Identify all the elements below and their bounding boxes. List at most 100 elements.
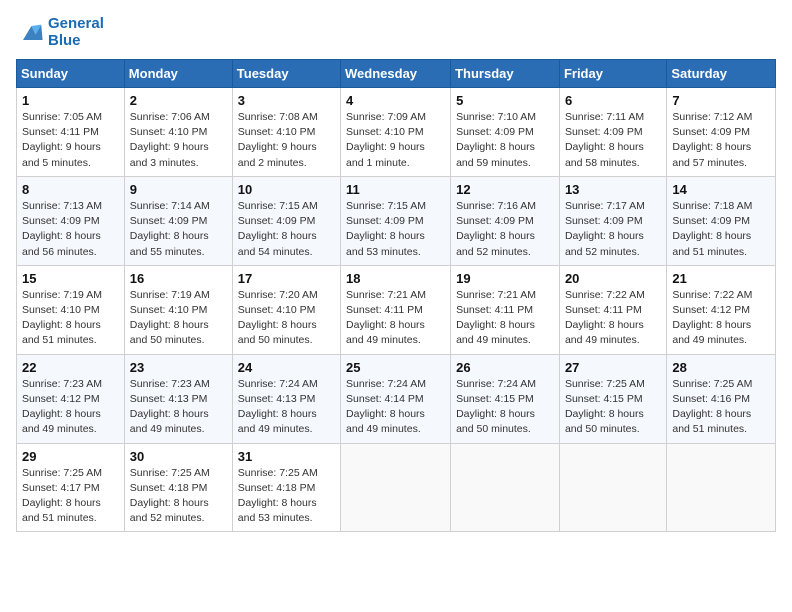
calendar-day-cell: 31 Sunrise: 7:25 AMSunset: 4:18 PMDayligh… — [232, 443, 340, 532]
day-header-friday: Friday — [559, 60, 666, 88]
day-number: 3 — [238, 93, 335, 108]
day-detail: Sunrise: 7:14 AMSunset: 4:09 PMDaylight:… — [130, 199, 227, 260]
calendar-header-row: SundayMondayTuesdayWednesdayThursdayFrid… — [17, 60, 776, 88]
day-number: 22 — [22, 360, 119, 375]
empty-calendar-cell — [667, 443, 776, 532]
calendar-day-cell: 25 Sunrise: 7:24 AMSunset: 4:14 PMDayligh… — [341, 354, 451, 443]
calendar-day-cell: 6Sunrise: 7:11 AMSunset: 4:09 PMDaylight… — [559, 88, 666, 177]
day-number: 25 — [346, 360, 445, 375]
day-number: 23 — [130, 360, 227, 375]
calendar-table: SundayMondayTuesdayWednesdayThursdayFrid… — [16, 59, 776, 532]
day-number: 21 — [672, 271, 770, 286]
calendar-day-cell: 18 Sunrise: 7:21 AMSunset: 4:11 PMDayligh… — [341, 265, 451, 354]
day-number: 26 — [456, 360, 554, 375]
day-detail: Sunrise: 7:08 AMSunset: 4:10 PMDaylight:… — [238, 110, 335, 171]
logo-text: General Blue — [48, 16, 104, 49]
calendar-day-cell: 2 Sunrise: 7:06 AMSunset: 4:10 PMDaylight… — [124, 88, 232, 177]
empty-calendar-cell — [341, 443, 451, 532]
day-detail: Sunrise: 7:15 AMSunset: 4:09 PMDaylight:… — [238, 199, 335, 260]
calendar-day-cell: 22 Sunrise: 7:23 AMSunset: 4:12 PMDayligh… — [17, 354, 125, 443]
day-number: 2 — [130, 93, 227, 108]
calendar-day-cell: 10 Sunrise: 7:15 AMSunset: 4:09 PMDayligh… — [232, 176, 340, 265]
calendar-day-cell: 7 Sunrise: 7:12 AMSunset: 4:09 PMDaylight… — [667, 88, 776, 177]
day-number: 15 — [22, 271, 119, 286]
calendar-day-cell: 14 Sunrise: 7:18 AMSunset: 4:09 PMDayligh… — [667, 176, 776, 265]
calendar-day-cell: 30Sunrise: 7:25 AMSunset: 4:18 PMDayligh… — [124, 443, 232, 532]
day-number: 17 — [238, 271, 335, 286]
calendar-day-cell: 3 Sunrise: 7:08 AMSunset: 4:10 PMDaylight… — [232, 88, 340, 177]
day-number: 10 — [238, 182, 335, 197]
calendar-day-cell: 20 Sunrise: 7:22 AMSunset: 4:11 PMDayligh… — [559, 265, 666, 354]
day-detail: Sunrise: 7:18 AMSunset: 4:09 PMDaylight:… — [672, 199, 770, 260]
calendar-day-cell: 19 Sunrise: 7:21 AMSunset: 4:11 PMDayligh… — [451, 265, 560, 354]
day-detail: Sunrise: 7:19 AMSunset: 4:10 PMDaylight:… — [22, 288, 119, 349]
calendar-day-cell: 27Sunrise: 7:25 AMSunset: 4:15 PMDayligh… — [559, 354, 666, 443]
calendar-day-cell: 17Sunrise: 7:20 AMSunset: 4:10 PMDayligh… — [232, 265, 340, 354]
day-number: 18 — [346, 271, 445, 286]
day-detail: Sunrise: 7:06 AMSunset: 4:10 PMDaylight:… — [130, 110, 227, 171]
day-number: 8 — [22, 182, 119, 197]
day-number: 31 — [238, 449, 335, 464]
day-number: 24 — [238, 360, 335, 375]
day-detail: Sunrise: 7:15 AMSunset: 4:09 PMDaylight:… — [346, 199, 445, 260]
calendar-week-row: 1Sunrise: 7:05 AMSunset: 4:11 PMDaylight… — [17, 88, 776, 177]
day-number: 19 — [456, 271, 554, 286]
day-detail: Sunrise: 7:16 AMSunset: 4:09 PMDaylight:… — [456, 199, 554, 260]
day-detail: Sunrise: 7:19 AMSunset: 4:10 PMDaylight:… — [130, 288, 227, 349]
day-detail: Sunrise: 7:24 AMSunset: 4:13 PMDaylight:… — [238, 377, 335, 438]
day-number: 28 — [672, 360, 770, 375]
calendar-day-cell: 9 Sunrise: 7:14 AMSunset: 4:09 PMDaylight… — [124, 176, 232, 265]
calendar-day-cell: 16Sunrise: 7:19 AMSunset: 4:10 PMDayligh… — [124, 265, 232, 354]
day-detail: Sunrise: 7:12 AMSunset: 4:09 PMDaylight:… — [672, 110, 770, 171]
calendar-day-cell: 23Sunrise: 7:23 AMSunset: 4:13 PMDayligh… — [124, 354, 232, 443]
calendar-week-row: 15 Sunrise: 7:19 AMSunset: 4:10 PMDayligh… — [17, 265, 776, 354]
day-detail: Sunrise: 7:24 AMSunset: 4:15 PMDaylight:… — [456, 377, 554, 438]
day-detail: Sunrise: 7:25 AMSunset: 4:15 PMDaylight:… — [565, 377, 661, 438]
day-detail: Sunrise: 7:24 AMSunset: 4:14 PMDaylight:… — [346, 377, 445, 438]
calendar-day-cell: 13 Sunrise: 7:17 AMSunset: 4:09 PMDayligh… — [559, 176, 666, 265]
day-detail: Sunrise: 7:21 AMSunset: 4:11 PMDaylight:… — [346, 288, 445, 349]
day-detail: Sunrise: 7:25 AMSunset: 4:18 PMDaylight:… — [130, 466, 227, 527]
calendar-day-cell: 8Sunrise: 7:13 AMSunset: 4:09 PMDaylight… — [17, 176, 125, 265]
day-detail: Sunrise: 7:23 AMSunset: 4:12 PMDaylight:… — [22, 377, 119, 438]
day-detail: Sunrise: 7:25 AMSunset: 4:18 PMDaylight:… — [238, 466, 335, 527]
calendar-day-cell: 4 Sunrise: 7:09 AMSunset: 4:10 PMDaylight… — [341, 88, 451, 177]
calendar-day-cell: 21 Sunrise: 7:22 AMSunset: 4:12 PMDayligh… — [667, 265, 776, 354]
day-detail: Sunrise: 7:22 AMSunset: 4:11 PMDaylight:… — [565, 288, 661, 349]
day-header-wednesday: Wednesday — [341, 60, 451, 88]
empty-calendar-cell — [559, 443, 666, 532]
logo-bird-icon — [16, 19, 44, 47]
day-detail: Sunrise: 7:11 AMSunset: 4:09 PMDaylight:… — [565, 110, 661, 171]
day-detail: Sunrise: 7:17 AMSunset: 4:09 PMDaylight:… — [565, 199, 661, 260]
day-detail: Sunrise: 7:22 AMSunset: 4:12 PMDaylight:… — [672, 288, 770, 349]
calendar-day-cell: 15 Sunrise: 7:19 AMSunset: 4:10 PMDayligh… — [17, 265, 125, 354]
calendar-day-cell: 24 Sunrise: 7:24 AMSunset: 4:13 PMDayligh… — [232, 354, 340, 443]
day-detail: Sunrise: 7:25 AMSunset: 4:16 PMDaylight:… — [672, 377, 770, 438]
calendar-day-cell: 12Sunrise: 7:16 AMSunset: 4:09 PMDayligh… — [451, 176, 560, 265]
day-number: 7 — [672, 93, 770, 108]
calendar-week-row: 22 Sunrise: 7:23 AMSunset: 4:12 PMDayligh… — [17, 354, 776, 443]
day-detail: Sunrise: 7:09 AMSunset: 4:10 PMDaylight:… — [346, 110, 445, 171]
day-detail: Sunrise: 7:21 AMSunset: 4:11 PMDaylight:… — [456, 288, 554, 349]
day-number: 11 — [346, 182, 445, 197]
day-number: 4 — [346, 93, 445, 108]
calendar-week-row: 8Sunrise: 7:13 AMSunset: 4:09 PMDaylight… — [17, 176, 776, 265]
calendar-day-cell: 1Sunrise: 7:05 AMSunset: 4:11 PMDaylight… — [17, 88, 125, 177]
calendar-week-row: 29 Sunrise: 7:25 AMSunset: 4:17 PMDayligh… — [17, 443, 776, 532]
calendar-day-cell: 29 Sunrise: 7:25 AMSunset: 4:17 PMDayligh… — [17, 443, 125, 532]
day-number: 5 — [456, 93, 554, 108]
day-detail: Sunrise: 7:05 AMSunset: 4:11 PMDaylight:… — [22, 110, 119, 171]
day-header-monday: Monday — [124, 60, 232, 88]
day-detail: Sunrise: 7:25 AMSunset: 4:17 PMDaylight:… — [22, 466, 119, 527]
day-number: 14 — [672, 182, 770, 197]
day-number: 13 — [565, 182, 661, 197]
day-header-sunday: Sunday — [17, 60, 125, 88]
day-number: 20 — [565, 271, 661, 286]
calendar-day-cell: 11 Sunrise: 7:15 AMSunset: 4:09 PMDayligh… — [341, 176, 451, 265]
calendar-day-cell: 5 Sunrise: 7:10 AMSunset: 4:09 PMDaylight… — [451, 88, 560, 177]
header: General Blue — [16, 16, 776, 49]
day-header-saturday: Saturday — [667, 60, 776, 88]
day-number: 29 — [22, 449, 119, 464]
day-number: 9 — [130, 182, 227, 197]
day-detail: Sunrise: 7:10 AMSunset: 4:09 PMDaylight:… — [456, 110, 554, 171]
